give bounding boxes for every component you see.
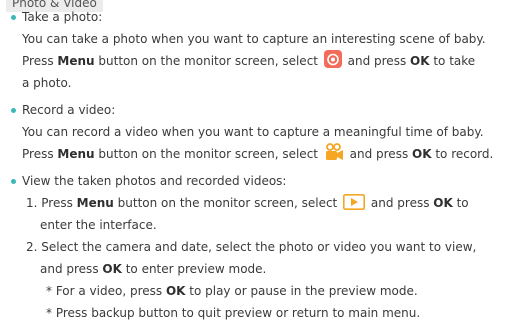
photo-instruction-cont: a photo.: [22, 76, 72, 90]
photo-heading: Take a photo:: [8, 6, 513, 28]
view-section: View the taken photos and recorded video…: [8, 170, 513, 324]
step-1: 1. Press Menu button on the monitor scre…: [8, 192, 513, 214]
video-camera-icon: [324, 143, 344, 168]
step-1-cont: enter the interface.: [40, 218, 157, 232]
menu-label: Menu: [76, 196, 114, 210]
video-heading: Record a video:: [8, 99, 513, 121]
photo-instruction: Press Menu button on the monitor screen,…: [8, 50, 513, 72]
menu-label: Menu: [57, 54, 95, 68]
camera-icon: [323, 50, 342, 75]
video-section: Record a video: You can record a video w…: [8, 99, 513, 165]
view-heading: View the taken photos and recorded video…: [8, 170, 513, 192]
photo-section: Take a photo: You can take a photo when …: [8, 6, 513, 94]
note-video: * For a video, press OK to play or pause…: [46, 284, 418, 298]
ok-label: OK: [433, 196, 453, 210]
ok-label: OK: [410, 54, 430, 68]
playback-icon: [343, 194, 366, 217]
ok-label: OK: [165, 284, 186, 298]
note-backup: * Press backup button to quit preview or…: [46, 306, 421, 320]
ok-label: OK: [102, 262, 122, 276]
photo-desc: You can take a photo when you want to ca…: [22, 32, 486, 46]
step-2: 2. Select the camera and date, select th…: [26, 240, 477, 254]
bullet-dot: [11, 179, 16, 184]
video-instruction: Press Menu button on the monitor screen,…: [8, 143, 513, 165]
bullet-dot: [11, 108, 16, 113]
step-2-cont: and press OK to enter preview mode.: [40, 262, 267, 276]
bullet-dot: [11, 15, 16, 20]
ok-label: OK: [412, 147, 432, 161]
video-desc: You can record a video when you want to …: [22, 125, 484, 139]
menu-label: Menu: [57, 147, 95, 161]
